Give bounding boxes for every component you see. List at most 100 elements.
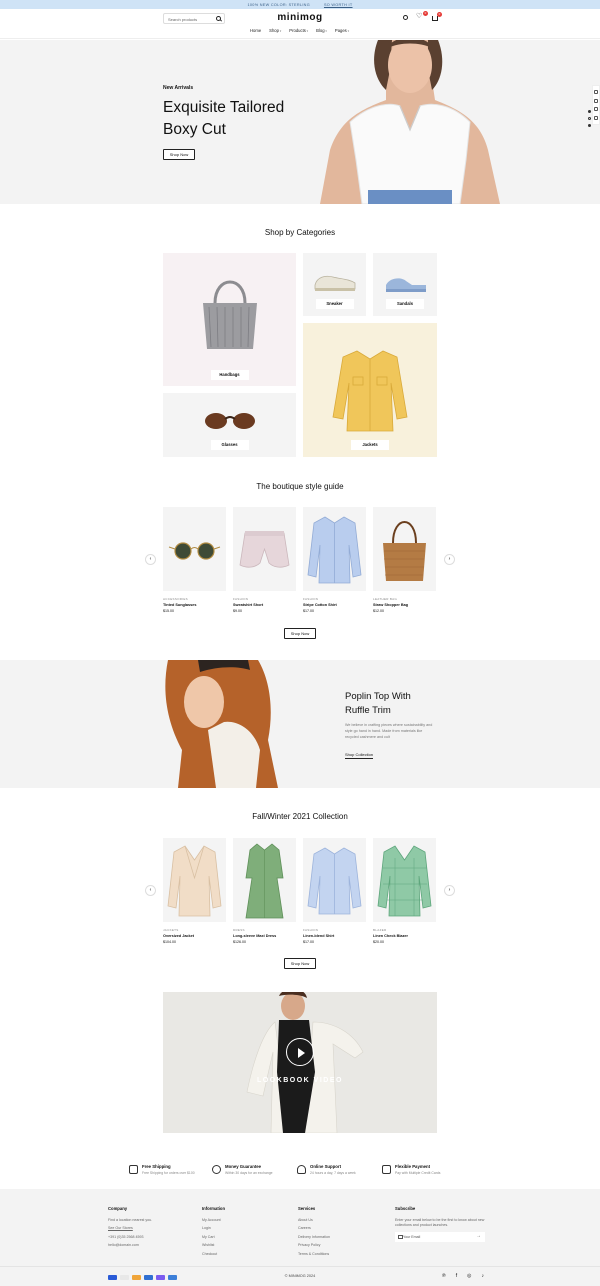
footer-email[interactable]: hello@domain.com bbox=[108, 1243, 198, 1247]
category-label-handbags: Handbags bbox=[210, 370, 249, 380]
slider-dots bbox=[588, 110, 591, 127]
compare-tool-icon[interactable] bbox=[594, 90, 598, 95]
promo-banner: Poplin Top With Ruffle Trim We believe i… bbox=[0, 660, 600, 788]
category-card-handbags[interactable]: Handbags bbox=[163, 253, 296, 386]
hero-slider: New Arrivals Exquisite Tailored Boxy Cut… bbox=[0, 40, 600, 204]
product-price: $17.00 bbox=[303, 609, 314, 613]
footer-link[interactable]: Terms & Conditions bbox=[298, 1252, 388, 1256]
product-card[interactable]: FASHION Linen-blend Shirt $17.00 bbox=[303, 838, 366, 944]
nav-products[interactable]: Products bbox=[289, 28, 308, 33]
nav-home[interactable]: Home bbox=[250, 28, 261, 33]
footer-link[interactable]: Wishlist bbox=[202, 1243, 292, 1247]
product-category: ACCESSORIES bbox=[163, 597, 188, 601]
nav-blog[interactable]: Blog bbox=[316, 28, 327, 33]
search-input[interactable]: Search products bbox=[163, 13, 225, 24]
twitter-icon[interactable]: ♪ bbox=[481, 1273, 484, 1279]
product-name[interactable]: Linen Check Blazer bbox=[373, 934, 436, 938]
cart-tool-icon[interactable] bbox=[594, 115, 598, 120]
slider-dot-3[interactable] bbox=[588, 124, 591, 127]
play-icon[interactable] bbox=[286, 1038, 314, 1066]
product-image[interactable] bbox=[303, 838, 366, 922]
product-image[interactable] bbox=[373, 838, 436, 922]
footer-link[interactable]: My Account bbox=[202, 1218, 292, 1222]
email-input[interactable]: Your Email → bbox=[395, 1232, 485, 1242]
docs-tool-icon[interactable] bbox=[594, 107, 598, 112]
product-category: LEATHER BAG bbox=[373, 597, 398, 601]
footer-link[interactable]: Careers bbox=[298, 1226, 388, 1230]
lookbook-video[interactable]: LOOKBOOK VIDEO bbox=[163, 992, 437, 1133]
product-card[interactable]: BLAZER Linen Check Blazer $20.00 bbox=[373, 838, 436, 944]
footer-bottom: © MINIMOG 2024 ℗ f ◎ ♪ bbox=[0, 1266, 600, 1286]
product-price: $126.00 bbox=[233, 940, 246, 944]
search-icon[interactable] bbox=[216, 16, 221, 21]
style-guide-next-button[interactable]: › bbox=[444, 554, 455, 565]
collection-next-button[interactable]: › bbox=[444, 885, 455, 896]
wishlist-icon[interactable]: 0 bbox=[416, 11, 428, 21]
nav-pages[interactable]: Pages bbox=[335, 28, 349, 33]
product-card[interactable]: DRESS Long-sleeve Maxi Dress $126.00 bbox=[233, 838, 296, 944]
product-image[interactable] bbox=[303, 507, 366, 591]
product-image[interactable] bbox=[373, 507, 436, 591]
footer-link[interactable]: Login bbox=[202, 1226, 292, 1230]
style-guide-shop-now-button[interactable]: Shop Now bbox=[284, 628, 316, 639]
footer-link[interactable]: Delivery Information bbox=[298, 1235, 388, 1239]
product-name[interactable]: Sweatshirt Short bbox=[233, 603, 296, 607]
category-card-jackets[interactable]: Jackets bbox=[303, 323, 437, 457]
slider-dot-2[interactable] bbox=[588, 117, 591, 120]
cart-icon[interactable]: 0 bbox=[432, 12, 442, 21]
category-label-glasses: Glasses bbox=[210, 440, 249, 450]
collection-title: Fall/Winter 2021 Collection bbox=[252, 812, 348, 821]
category-card-glasses[interactable]: Glasses bbox=[163, 393, 296, 457]
footer-link[interactable]: Privacy Policy bbox=[298, 1243, 388, 1247]
product-card[interactable]: ACCESSORIES Tinted Sunglasses $15.00 bbox=[163, 507, 226, 613]
category-label-sneaker: Sneaker bbox=[315, 299, 354, 309]
category-card-sneaker[interactable]: Sneaker bbox=[303, 253, 366, 316]
footer-link[interactable]: Checkout bbox=[202, 1252, 292, 1256]
facebook-icon[interactable]: f bbox=[456, 1273, 457, 1279]
card-icon bbox=[382, 1165, 391, 1174]
collection-prev-button[interactable]: ‹ bbox=[145, 885, 156, 896]
category-card-sandals[interactable]: Sandals bbox=[373, 253, 437, 316]
user-icon[interactable] bbox=[403, 15, 408, 20]
hero-shop-now-button[interactable]: Shop Now bbox=[163, 149, 195, 160]
product-name[interactable]: Long-sleeve Maxi Dress bbox=[233, 934, 296, 938]
nav-shop[interactable]: Shop bbox=[269, 28, 281, 33]
product-name[interactable]: Oversized Jacket bbox=[163, 934, 226, 938]
banner-model-image bbox=[165, 660, 278, 788]
product-image[interactable] bbox=[163, 838, 226, 922]
footer-subscribe: Subscribe Enter your email below to be t… bbox=[395, 1206, 485, 1232]
slider-dot-1[interactable] bbox=[588, 110, 591, 113]
collection-shop-now-button[interactable]: Shop Now bbox=[284, 958, 316, 969]
product-image[interactable] bbox=[233, 507, 296, 591]
product-name[interactable]: Tinted Sunglasses bbox=[163, 603, 226, 607]
pinterest-icon[interactable]: ℗ bbox=[442, 1273, 446, 1279]
product-image[interactable] bbox=[233, 838, 296, 922]
product-name[interactable]: Stripe Cotton Shirt bbox=[303, 603, 366, 607]
footer-heading: Subscribe bbox=[395, 1206, 416, 1211]
product-card[interactable]: FASHION Stripe Cotton Shirt $17.00 bbox=[303, 507, 366, 613]
product-card[interactable]: FASHION Sweatshirt Short $9.00 bbox=[233, 507, 296, 613]
settings-tool-icon[interactable] bbox=[594, 98, 598, 103]
money-icon bbox=[212, 1165, 221, 1174]
shirt-image bbox=[307, 516, 362, 584]
product-name[interactable]: Straw Shopper Bag bbox=[373, 603, 436, 607]
instagram-icon[interactable]: ◎ bbox=[467, 1273, 471, 1279]
product-card[interactable]: JACKETS Oversized Jacket $104.00 bbox=[163, 838, 226, 944]
product-category: FASHION bbox=[303, 597, 319, 601]
shop-collection-link[interactable]: Shop Collection bbox=[345, 752, 374, 759]
arrow-right-icon[interactable]: → bbox=[476, 1233, 481, 1239]
feature-subtitle: Pay with Multiple Credit Cards bbox=[395, 1171, 441, 1175]
see-our-stores-link[interactable]: See Our Stores bbox=[108, 1226, 198, 1230]
footer-link[interactable]: About Us bbox=[298, 1218, 388, 1222]
footer-link[interactable]: My Cart bbox=[202, 1235, 292, 1239]
footer-heading: Services bbox=[298, 1206, 316, 1211]
product-name[interactable]: Linen-blend Shirt bbox=[303, 934, 366, 938]
announcement-cta[interactable]: SO WORTH IT bbox=[324, 3, 353, 7]
product-card[interactable]: LEATHER BAG Straw Shopper Bag $12.00 bbox=[373, 507, 436, 613]
footer-heading: Information bbox=[202, 1206, 226, 1211]
product-price: $104.00 bbox=[163, 940, 176, 944]
logo[interactable]: minimog bbox=[270, 12, 330, 23]
footer-text: Find a location nearest you. bbox=[108, 1218, 153, 1222]
product-image[interactable] bbox=[163, 507, 226, 591]
style-guide-prev-button[interactable]: ‹ bbox=[145, 554, 156, 565]
